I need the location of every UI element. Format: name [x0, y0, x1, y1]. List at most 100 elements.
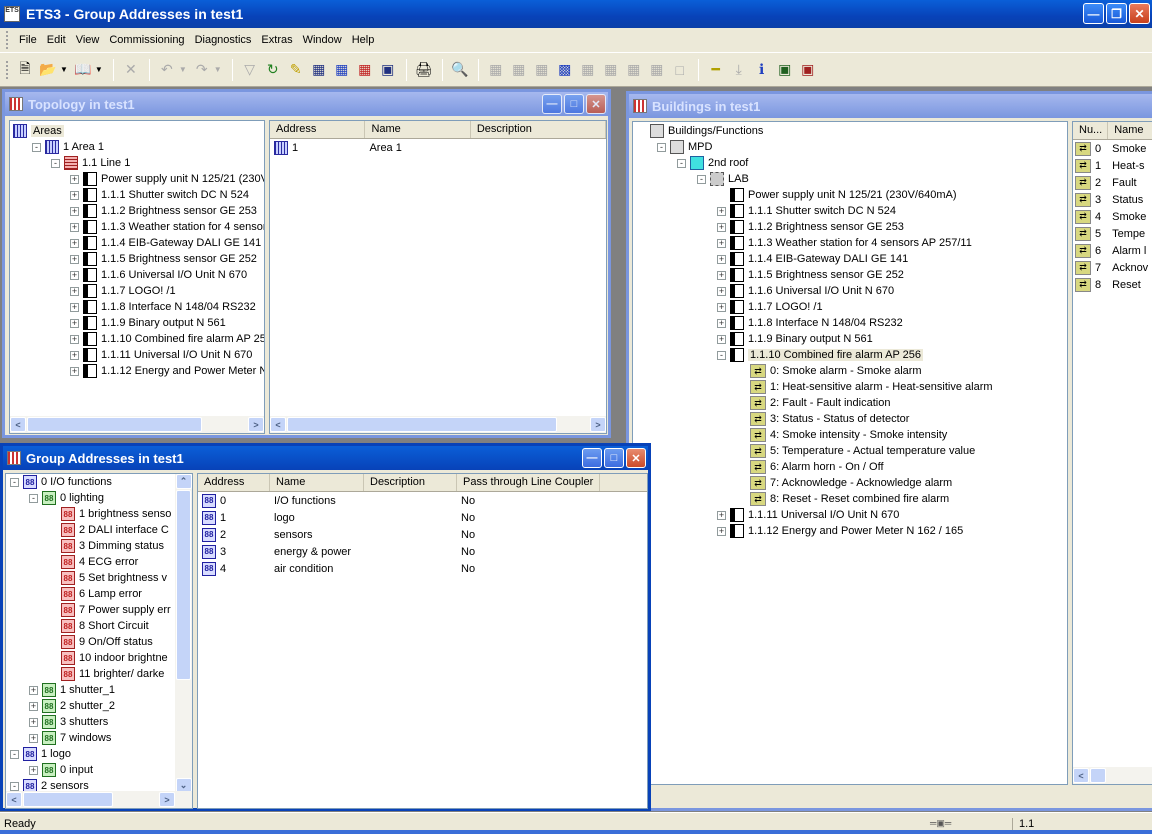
menu-file[interactable]: File [14, 32, 42, 48]
expand-icon[interactable]: + [70, 222, 79, 232]
book-dropdown-icon[interactable]: ▼ [95, 65, 103, 74]
ga-maximize-button[interactable]: □ [604, 448, 624, 468]
table-row[interactable]: 88 3 energy & power No [198, 543, 647, 560]
tree-item[interactable]: +88 2 shutter_2 [10, 698, 192, 714]
download-icon-5[interactable]: ▦ [600, 59, 622, 81]
group-address-list[interactable]: Address Name Description Pass through Li… [197, 473, 648, 809]
expand-icon[interactable]: + [70, 206, 79, 216]
topology-list-hscroll[interactable]: < > [270, 416, 606, 433]
menu-diagnostics[interactable]: Diagnostics [190, 32, 257, 48]
group-grid-icon[interactable]: ▦ [354, 59, 376, 81]
redo-dropdown-icon[interactable]: ▼ [214, 65, 222, 74]
expand-icon[interactable]: + [70, 350, 79, 360]
expand-icon[interactable]: + [717, 238, 726, 248]
topology-maximize-button[interactable]: □ [564, 94, 584, 114]
tree-item[interactable]: ⇄ 3: Status - Status of detector [637, 411, 1067, 427]
group-monitor-icon[interactable]: ▣ [797, 59, 819, 81]
tree-item[interactable]: - 1.1.10 Combined fire alarm AP 256 [637, 347, 1067, 363]
tree-item[interactable]: 88 1 brightness senso [10, 506, 192, 522]
open-dropdown-icon[interactable]: ▼ [60, 65, 68, 74]
collapse-icon[interactable]: - [657, 142, 666, 152]
tree-item[interactable]: - 1 Area 1 [13, 139, 264, 155]
tree-item[interactable]: 88 11 brighter/ darke [10, 666, 192, 682]
expand-icon[interactable]: + [29, 733, 38, 743]
tree-item[interactable]: 88 7 Power supply err [10, 602, 192, 618]
minimize-button[interactable]: — [1083, 3, 1104, 24]
scroll-thumb[interactable] [176, 490, 191, 680]
toolbar-grip[interactable] [6, 60, 10, 79]
collapse-icon[interactable]: - [29, 493, 38, 503]
monitor-icon[interactable]: ⤓ [728, 59, 750, 81]
collapse-icon[interactable]: - [10, 749, 19, 759]
tree-item[interactable]: +1.1.8 Interface N 148/04 RS232 [637, 315, 1067, 331]
ga-tree-hscroll[interactable]: < > [6, 791, 192, 808]
tree-item[interactable]: -88 0 I/O functions [10, 474, 192, 490]
tree-item[interactable]: +1.1.6 Universal I/O Unit N 670 [13, 267, 264, 283]
table-row[interactable]: ⇄ 5 Tempe [1073, 225, 1152, 242]
new-document-icon[interactable]: 🗎 [14, 59, 36, 81]
scroll-right-icon[interactable]: > [590, 417, 606, 432]
menu-commissioning[interactable]: Commissioning [104, 32, 189, 48]
download-icon-2[interactable]: ▦ [508, 59, 530, 81]
tree-item[interactable]: +1.1.12 Energy and Power Meter N 162 / 1… [637, 523, 1067, 539]
scroll-right-icon[interactable]: > [159, 792, 175, 807]
tree-item[interactable]: +1.1.1 Shutter switch DC N 524 [637, 203, 1067, 219]
open-folder-icon[interactable]: 📂 [37, 59, 59, 81]
collapse-icon[interactable]: - [697, 174, 706, 184]
expand-icon[interactable]: + [717, 318, 726, 328]
edit-icon[interactable]: ✎ [285, 59, 307, 81]
table-row[interactable]: 88 4 air condition No [198, 560, 647, 577]
connect-icon[interactable]: ━ [705, 59, 727, 81]
download-icon-8[interactable]: □ [669, 59, 691, 81]
find-icon[interactable]: 🔍 [449, 59, 471, 81]
tree-item[interactable]: 88 3 Dimming status [10, 538, 192, 554]
collapse-icon[interactable]: - [51, 158, 60, 168]
tree-item[interactable]: - 2nd roof [637, 155, 1067, 171]
expand-icon[interactable]: + [717, 206, 726, 216]
filter-icon[interactable]: ▽ [239, 59, 261, 81]
topology-title-bar[interactable]: Topology in test1 — □ ✕ [5, 92, 608, 116]
close-button[interactable]: ✕ [1129, 3, 1150, 24]
tree-item[interactable]: +1.1.5 Brightness sensor GE 252 [637, 267, 1067, 283]
tree-item[interactable]: Power supply unit N 125/21 (230V/640mA) [637, 187, 1067, 203]
book-icon[interactable]: 📖 [72, 59, 94, 81]
expand-icon[interactable]: + [70, 174, 79, 184]
delete-icon[interactable]: ✕ [120, 59, 142, 81]
tree-item[interactable]: +1.1.3 Weather station for 4 sensors [13, 219, 264, 235]
tree-item[interactable]: -88 0 lighting [10, 490, 192, 506]
window-icon[interactable]: ▦ [308, 59, 330, 81]
expand-icon[interactable]: + [70, 302, 79, 312]
menu-view[interactable]: View [71, 32, 105, 48]
tree-item[interactable]: +1.1.12 Energy and Power Meter N 1 [13, 363, 264, 379]
col-name[interactable]: Name [1108, 122, 1152, 139]
tree-item[interactable]: +88 7 windows [10, 730, 192, 746]
tree-item[interactable]: ⇄ 6: Alarm horn - On / Off [637, 459, 1067, 475]
bus-monitor-icon[interactable]: ▣ [774, 59, 796, 81]
collapse-icon[interactable]: - [717, 350, 726, 360]
tree-item[interactable]: 88 10 indoor brightne [10, 650, 192, 666]
col-name[interactable]: Name [365, 121, 471, 138]
expand-icon[interactable]: + [717, 222, 726, 232]
col-name[interactable]: Name [270, 474, 364, 491]
expand-icon[interactable]: + [70, 270, 79, 280]
collapse-icon[interactable]: - [677, 158, 686, 168]
col-address[interactable]: Address [270, 121, 366, 138]
table-row[interactable]: ⇄ 2 Fault [1073, 174, 1152, 191]
tree-item[interactable]: - MPD [637, 139, 1067, 155]
tree-item[interactable]: +1.1.9 Binary output N 561 [13, 315, 264, 331]
table-row[interactable]: 88 0 I/O functions No [198, 492, 647, 509]
table-row[interactable]: ⇄ 6 Alarm l [1073, 242, 1152, 259]
menu-extras[interactable]: Extras [256, 32, 297, 48]
tree-item[interactable]: 88 6 Lamp error [10, 586, 192, 602]
scroll-thumb[interactable] [1090, 768, 1106, 783]
buildings-tree[interactable]: Buildings/Functions - MPD -2nd roof - LAB Powe… [632, 121, 1068, 785]
download-icon-4[interactable]: ▦ [577, 59, 599, 81]
table-row[interactable]: 1 Area 1 [270, 139, 606, 156]
expand-icon[interactable]: + [70, 190, 79, 200]
expand-icon[interactable]: + [717, 270, 726, 280]
tree-item[interactable]: Areas [13, 123, 264, 139]
redo-icon[interactable]: ↷ [191, 59, 213, 81]
program-icon[interactable]: ▩ [554, 59, 576, 81]
tree-item[interactable]: ⇄ 1: Heat-sensitive alarm - Heat-sensitiv… [637, 379, 1067, 395]
buildings-title-bar[interactable]: Buildings in test1 [629, 94, 1152, 118]
